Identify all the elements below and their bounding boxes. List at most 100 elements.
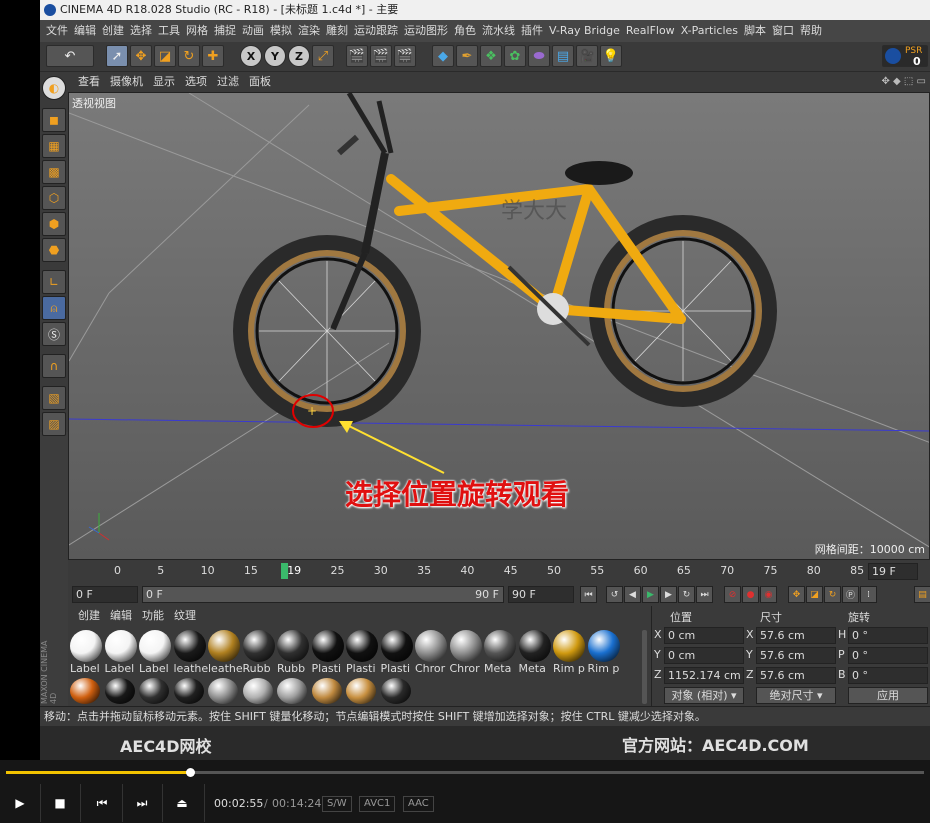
next-frame-button[interactable]: ▶ (660, 586, 677, 603)
rotate-key-toggle[interactable]: ↻ (824, 586, 841, 603)
menu-item-9[interactable]: 渲染 (298, 24, 320, 37)
range-slider[interactable]: 0 F 90 F (142, 586, 504, 603)
material-swatch[interactable] (518, 630, 551, 662)
menu-item-7[interactable]: 动画 (242, 24, 264, 37)
view-menu-item-0[interactable]: 查看 (78, 75, 100, 88)
menu-item-21[interactable]: 帮助 (800, 24, 822, 37)
menu-item-15[interactable]: 插件 (521, 24, 543, 37)
workplane-button[interactable]: ▩ (42, 160, 66, 184)
rotate-tool-button[interactable]: ↻ (178, 45, 200, 67)
view-menu-item-1[interactable]: 摄像机 (110, 75, 143, 88)
material-swatch[interactable] (380, 630, 413, 662)
menu-item-18[interactable]: X-Particles (681, 24, 738, 37)
menu-item-0[interactable]: 文件 (46, 24, 68, 37)
stop-button[interactable]: ■ (48, 792, 72, 814)
lock-workplane-button[interactable]: ▧ (42, 386, 66, 410)
material-menu-item-1[interactable]: 编辑 (110, 609, 132, 622)
next-key-button[interactable]: ↻ (678, 586, 695, 603)
position-field[interactable]: 0 cm (664, 647, 744, 664)
light-button[interactable]: 💡 (600, 45, 622, 67)
cube-button[interactable]: ◆ (432, 45, 454, 67)
go-start-button[interactable]: ⏮ (580, 586, 597, 603)
menu-item-5[interactable]: 网格 (186, 24, 208, 37)
timeline-ruler[interactable]: 051015192530354045505560657075808590 19 … (68, 560, 930, 584)
size-field[interactable]: 57.6 cm (756, 647, 836, 664)
menu-item-12[interactable]: 运动图形 (404, 24, 448, 37)
play-button[interactable]: ▶ (8, 792, 32, 814)
menu-item-1[interactable]: 编辑 (74, 24, 96, 37)
move-tool-button[interactable]: ✥ (130, 45, 152, 67)
prev-frame-button[interactable]: ◀ (624, 586, 641, 603)
material-swatch[interactable] (415, 630, 447, 662)
menu-item-4[interactable]: 工具 (158, 24, 180, 37)
scale-tool-button[interactable]: ◪ (154, 45, 176, 67)
mode-switch-button[interactable]: ◐ (42, 76, 66, 100)
snap-button[interactable]: Ⓢ (42, 322, 66, 346)
render-picture-button[interactable]: 🎬 (370, 45, 392, 67)
size-field[interactable]: 57.6 cm (756, 627, 836, 644)
seek-bar[interactable] (6, 768, 924, 777)
size-field[interactable]: 57.6 cm (756, 667, 836, 684)
apply-button[interactable]: 应用 (848, 687, 928, 704)
next-button[interactable]: ⏭ (130, 792, 154, 814)
keyframe-button[interactable]: ◉ (760, 586, 777, 603)
view-menu-item-2[interactable]: 显示 (153, 75, 175, 88)
camera-button[interactable]: 🎥 (576, 45, 598, 67)
view-menu-item-5[interactable]: 面板 (249, 75, 271, 88)
seek-knob[interactable] (185, 768, 195, 777)
prev-key-button[interactable]: ↺ (606, 586, 623, 603)
view-menu-item-3[interactable]: 选项 (185, 75, 207, 88)
render-settings-button[interactable]: 🎬 (394, 45, 416, 67)
autokey-button[interactable]: ● (742, 586, 759, 603)
material-swatch[interactable] (553, 630, 585, 662)
material-swatch[interactable] (587, 630, 620, 662)
size-mode-dropdown[interactable]: 绝对尺寸 ▾ (756, 687, 836, 704)
material-swatch[interactable] (242, 678, 273, 704)
material-menu-item-2[interactable]: 功能 (142, 609, 164, 622)
current-frame-field[interactable]: 19 F (868, 563, 918, 580)
material-swatch[interactable] (311, 630, 344, 662)
axis-mode-button[interactable]: ∟ (42, 270, 66, 294)
menu-item-11[interactable]: 运动跟踪 (354, 24, 398, 37)
material-swatch[interactable] (208, 630, 240, 662)
floor-button[interactable]: ▤ (552, 45, 574, 67)
material-swatch[interactable] (173, 630, 206, 662)
material-swatch[interactable] (208, 678, 238, 704)
pen-button[interactable]: ✒ (456, 45, 478, 67)
points-mode-button[interactable]: ⬡ (42, 186, 66, 210)
position-field[interactable]: 0 cm (664, 627, 744, 644)
material-swatch[interactable] (346, 678, 376, 704)
array-button[interactable]: ✿ (504, 45, 526, 67)
menu-item-10[interactable]: 雕刻 (326, 24, 348, 37)
previous-button[interactable]: ⏮ (90, 792, 114, 814)
menu-item-20[interactable]: 窗口 (772, 24, 794, 37)
menu-item-2[interactable]: 创建 (102, 24, 124, 37)
material-swatch[interactable] (449, 630, 482, 662)
material-scrollbar[interactable] (642, 630, 647, 704)
rotation-field[interactable]: 0 ° (848, 647, 928, 664)
coord-system-button[interactable]: ⤢ (312, 45, 334, 67)
live-select-button[interactable]: ✚ (202, 45, 224, 67)
perspective-viewport[interactable]: + 透视视图 学大大 选择位置旋转观看 网格间距：10000 cm (68, 92, 930, 560)
material-swatch[interactable] (139, 630, 171, 662)
scale-key-toggle[interactable]: ◪ (806, 586, 823, 603)
tweak-mode-button[interactable]: ⍝ (42, 296, 66, 320)
material-swatch[interactable] (70, 630, 102, 662)
render-view-button[interactable]: 🎬 (346, 45, 368, 67)
timeline-window-button[interactable]: ▤ (914, 586, 930, 603)
undo-button[interactable]: ↶ (46, 45, 94, 67)
polygons-mode-button[interactable]: ⬣ (42, 238, 66, 262)
material-swatch[interactable] (277, 678, 307, 704)
axis-y-button[interactable]: Y (264, 45, 286, 67)
planar-workplane-button[interactable]: ▨ (42, 412, 66, 436)
axis-z-button[interactable]: Z (288, 45, 310, 67)
texture-mode-button[interactable]: ▦ (42, 134, 66, 158)
axis-x-button[interactable]: X (240, 45, 262, 67)
start-frame-field[interactable]: 0 F (72, 586, 138, 603)
eject-button[interactable]: ⏏ (170, 792, 194, 814)
rotation-field[interactable]: 0 ° (848, 627, 928, 644)
deformer-button[interactable]: ⬬ (528, 45, 550, 67)
material-swatch[interactable] (173, 678, 204, 704)
object-mode-dropdown[interactable]: 对象 (相对) ▾ (664, 687, 744, 704)
rotation-field[interactable]: 0 ° (848, 667, 928, 684)
